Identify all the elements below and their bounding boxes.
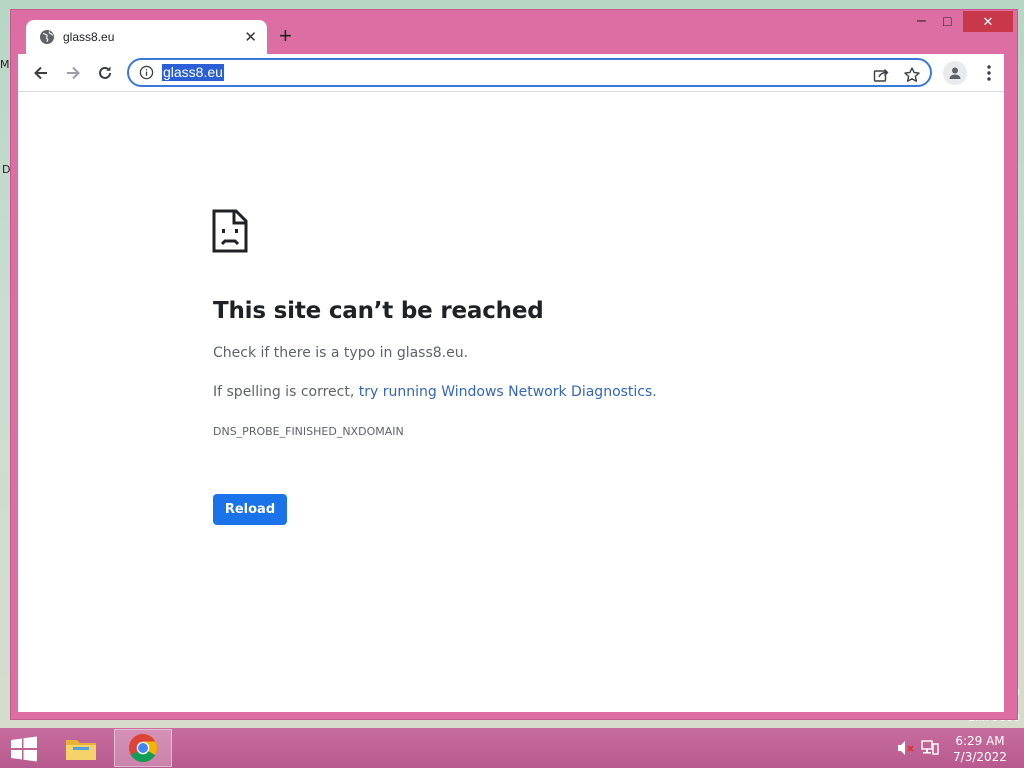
taskbar-chrome[interactable] xyxy=(114,729,172,767)
typo-hint: Check if there is a typo in glass8.eu. xyxy=(213,345,468,361)
typo-hint-prefix: Check if there is a typo in xyxy=(213,345,397,361)
profile-avatar-button[interactable] xyxy=(943,61,967,85)
taskbar-file-explorer[interactable] xyxy=(52,729,110,767)
tab-strip: glass8.eu ✕ + – □ ✕ xyxy=(11,10,1017,54)
diagnostics-hint: If spelling is correct, try running Wind… xyxy=(213,384,657,400)
typo-hint-host: glass8.eu xyxy=(396,345,464,361)
address-bar-url[interactable]: glass8.eu xyxy=(162,64,224,81)
browser-toolbar: glass8.eu xyxy=(18,54,1004,92)
back-button[interactable] xyxy=(30,62,52,84)
window-maximize-button[interactable]: □ xyxy=(943,13,951,29)
globe-icon xyxy=(40,30,54,44)
clock-time: 6:29 AM xyxy=(955,734,1005,748)
error-code: DNS_PROBE_FINISHED_NXDOMAIN xyxy=(213,425,404,438)
share-icon[interactable] xyxy=(872,66,890,84)
forward-button[interactable] xyxy=(62,62,84,84)
reload-button[interactable]: Reload xyxy=(213,494,287,525)
new-tab-button[interactable]: + xyxy=(279,25,292,47)
tab-close-icon[interactable]: ✕ xyxy=(244,28,257,46)
window-close-button[interactable]: ✕ xyxy=(963,11,1013,32)
diagnostics-hint-suffix: . xyxy=(652,384,657,400)
arrow-right-icon xyxy=(67,66,80,80)
clock-date: 7/3/2022 xyxy=(953,750,1007,764)
diagnostics-hint-prefix: If spelling is correct, xyxy=(213,384,359,400)
address-bar[interactable]: glass8.eu xyxy=(127,58,932,87)
page-content: This site can’t be reached Check if ther… xyxy=(18,92,1004,712)
error-title: This site can’t be reached xyxy=(213,298,544,324)
taskbar: 6:29 AM 7/3/2022 xyxy=(0,728,1024,768)
arrow-left-icon xyxy=(34,66,47,80)
taskbar-clock[interactable]: 6:29 AM 7/3/2022 xyxy=(950,733,1010,765)
window-minimize-button[interactable]: – xyxy=(917,12,926,30)
tab-title: glass8.eu xyxy=(63,30,115,44)
folder-icon xyxy=(66,740,96,760)
network-icon[interactable] xyxy=(921,740,939,756)
volume-muted-icon[interactable] xyxy=(897,740,915,756)
windows-start-icon[interactable] xyxy=(10,736,38,762)
info-icon[interactable] xyxy=(139,65,154,80)
typo-hint-suffix: . xyxy=(463,345,469,361)
person-icon xyxy=(949,67,961,79)
reload-toolbar-button[interactable] xyxy=(94,62,116,84)
tab-active[interactable]: glass8.eu ✕ xyxy=(26,20,267,54)
network-diagnostics-link[interactable]: try running Windows Network Diagnostics xyxy=(359,384,653,400)
reload-icon xyxy=(99,66,111,79)
sad-document-icon xyxy=(212,209,248,253)
browser-window: glass8.eu ✕ + – □ ✕ glass8.eu This site … xyxy=(10,9,1018,720)
chrome-icon xyxy=(129,734,157,762)
star-bookmark-icon[interactable] xyxy=(903,66,921,84)
desktop-icon-label-fragment: M xyxy=(0,58,10,71)
more-menu-icon[interactable] xyxy=(984,63,994,83)
